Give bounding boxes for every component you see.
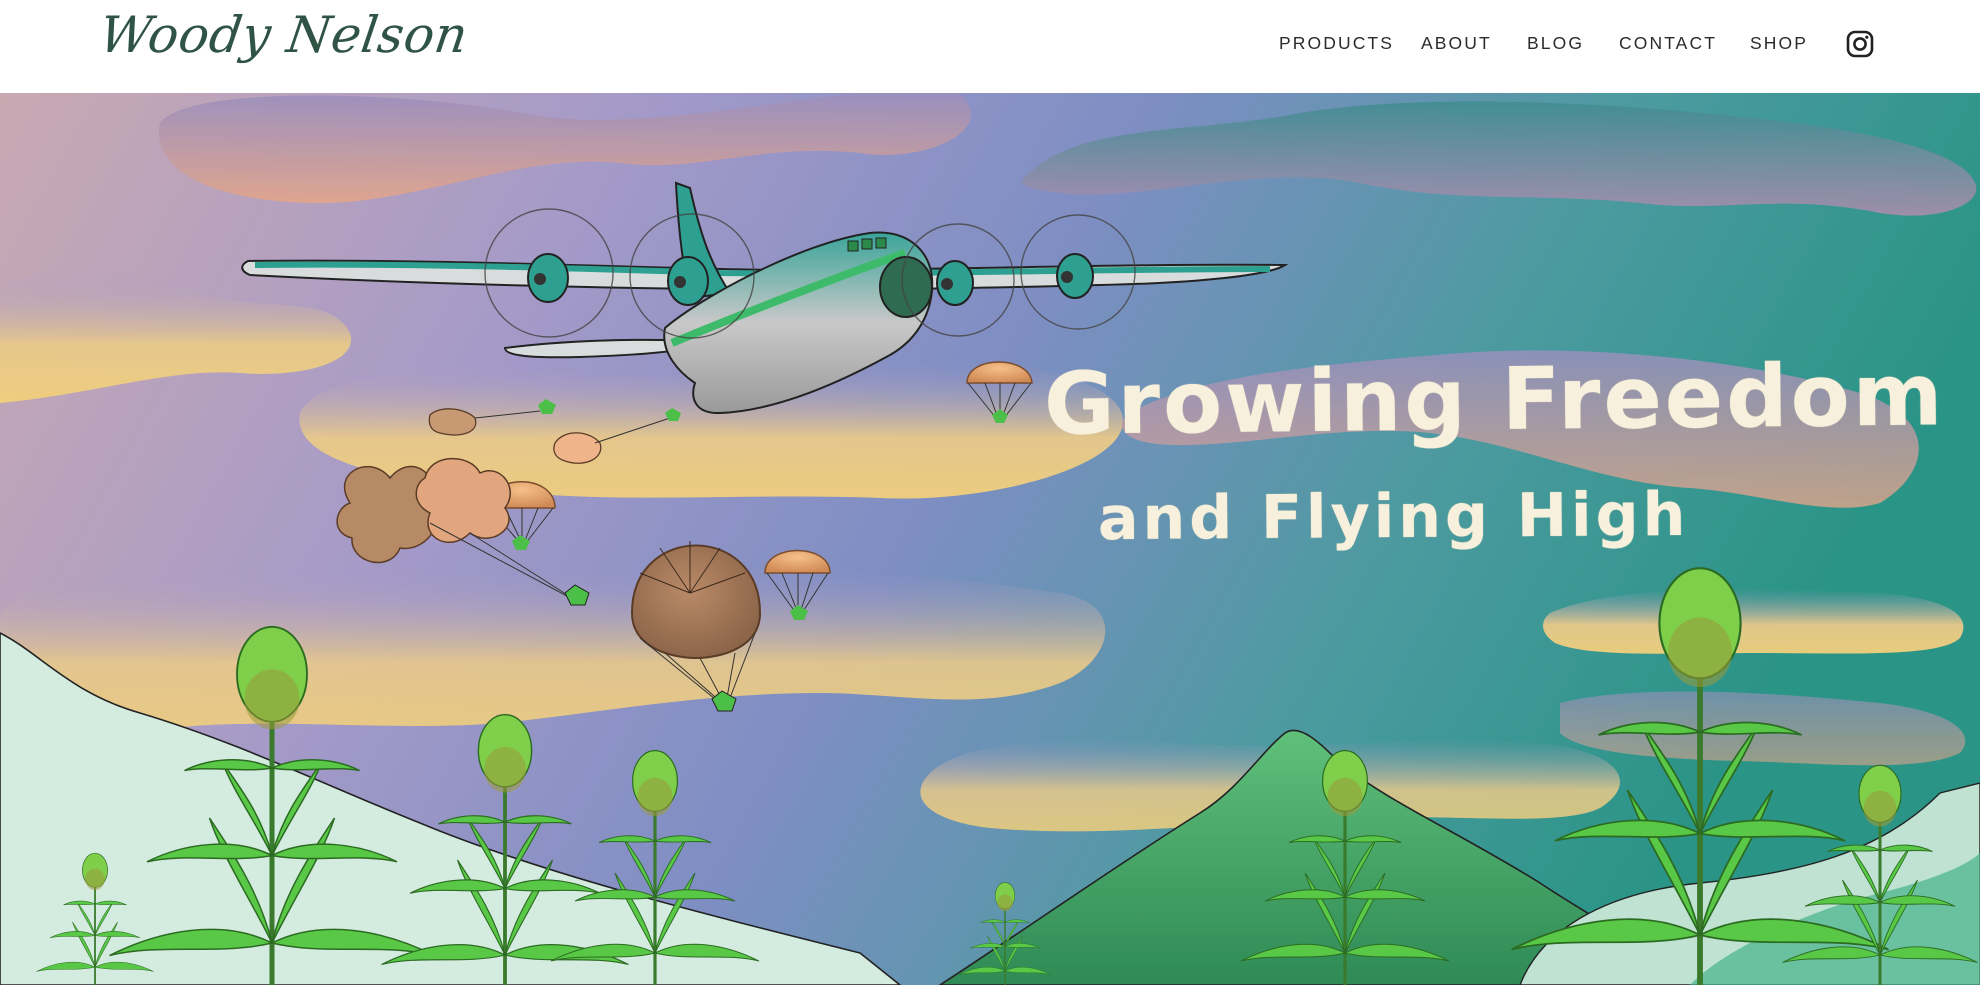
nav-item-shop[interactable]: SHOP bbox=[1750, 33, 1808, 54]
nav-item-products[interactable]: PRODUCTS bbox=[1279, 33, 1394, 54]
site-logo[interactable]: Woody Nelson bbox=[96, 6, 472, 64]
nav-item-contact[interactable]: CONTACT bbox=[1619, 33, 1717, 54]
hero-banner: Growing Freedom and Flying High bbox=[0, 93, 1980, 985]
site-header: Woody Nelson PRODUCTS ABOUT BLOG CONTACT… bbox=[0, 0, 1980, 93]
nav-item-blog[interactable]: BLOG bbox=[1527, 33, 1584, 54]
hero-headline-line2: and Flying High bbox=[1097, 479, 1690, 555]
hero-headline-line1: Growing Freedom bbox=[1043, 345, 1946, 455]
instagram-icon[interactable] bbox=[1846, 30, 1874, 58]
nav-item-about[interactable]: ABOUT bbox=[1421, 33, 1492, 54]
